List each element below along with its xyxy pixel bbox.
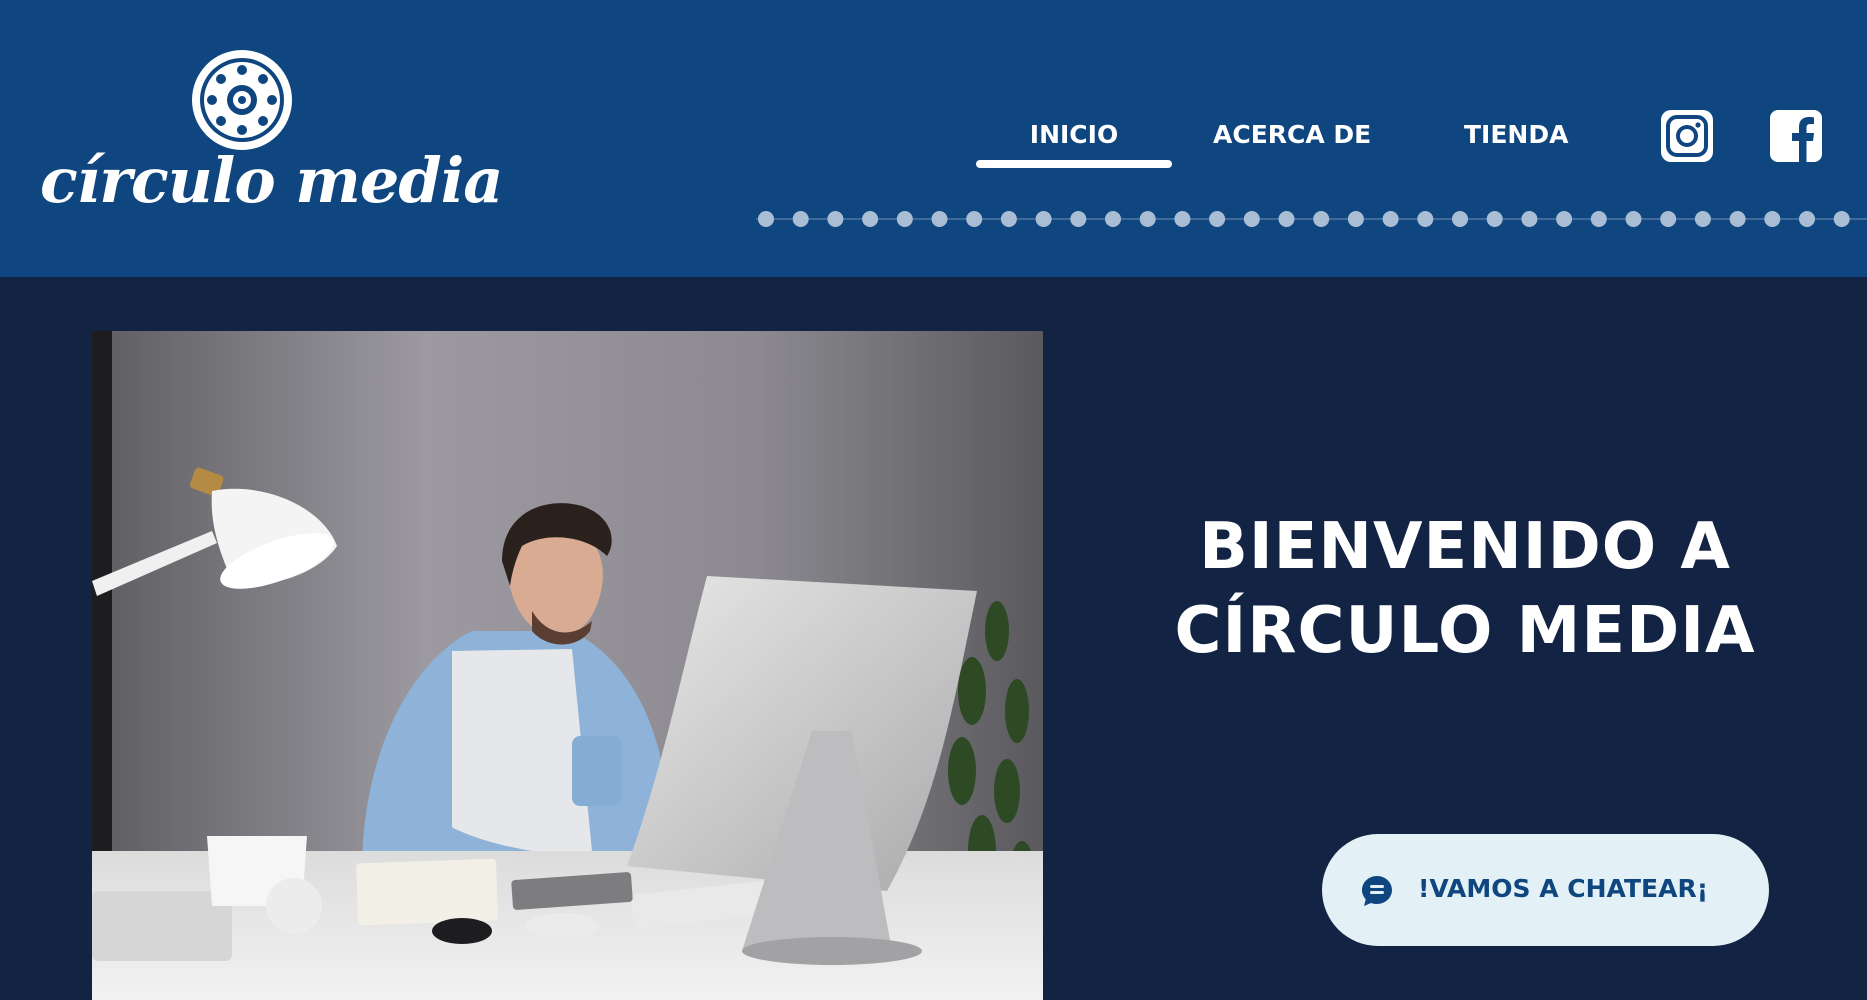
site-header: círculo media INICIO ACERCA DE TIENDA xyxy=(0,0,1867,277)
divider-dot xyxy=(1382,211,1399,227)
divider-dot xyxy=(1278,211,1295,227)
nav-tienda[interactable]: TIENDA xyxy=(1464,120,1568,149)
nav-active-indicator xyxy=(976,160,1172,168)
hero-title-line2: CÍRCULO MEDIA xyxy=(1174,594,1756,668)
divider-dot xyxy=(1347,211,1364,227)
divider-dot xyxy=(827,211,844,227)
divider-dot xyxy=(862,211,879,227)
brand-wordmark[interactable]: círculo media xyxy=(40,150,503,212)
divider-dot xyxy=(1521,211,1538,227)
divider-dot xyxy=(896,211,913,227)
chat-label: !VAMOS A CHATEAR¡ xyxy=(1418,874,1709,903)
divider-dot xyxy=(1694,211,1711,227)
divider-dot xyxy=(1764,211,1781,227)
divider-dot xyxy=(1660,211,1677,227)
divider-dot xyxy=(1313,211,1330,227)
divider-dot xyxy=(1625,211,1642,227)
hero-photo xyxy=(92,331,1043,1000)
divider-dot xyxy=(1833,211,1850,227)
facebook-icon[interactable] xyxy=(1768,108,1824,164)
dotted-divider xyxy=(756,211,1867,227)
divider-dot xyxy=(1590,211,1607,227)
divider-dot xyxy=(758,211,774,227)
divider-dot xyxy=(1417,211,1434,227)
hero-title-line1: BIENVENIDO A xyxy=(1199,510,1731,584)
instagram-icon[interactable] xyxy=(1659,108,1715,164)
divider-dot xyxy=(1556,211,1573,227)
nav-inicio[interactable]: INICIO xyxy=(976,120,1172,149)
divider-dot xyxy=(1139,211,1156,227)
divider-dot xyxy=(966,211,983,227)
nav-acerca-de[interactable]: ACERCA DE xyxy=(1213,120,1371,149)
divider-dot xyxy=(1452,211,1468,227)
divider-dot xyxy=(1000,211,1017,227)
chat-button[interactable]: !VAMOS A CHATEAR¡ xyxy=(1322,834,1769,946)
hero-title: BIENVENIDO A CÍRCULO MEDIA xyxy=(1110,505,1820,673)
divider-dot xyxy=(1070,211,1087,227)
divider-dot xyxy=(1799,211,1815,227)
divider-dot xyxy=(1209,211,1226,227)
divider-dot xyxy=(1174,211,1191,227)
divider-dot xyxy=(1486,211,1503,227)
mandala-logo-icon[interactable] xyxy=(190,48,294,152)
divider-dot xyxy=(1729,211,1746,227)
chat-bubble-icon xyxy=(1362,876,1392,906)
man-at-computer-image xyxy=(92,331,1043,1000)
divider-dot xyxy=(1243,211,1260,227)
divider-dot xyxy=(1035,211,1052,227)
divider-dot xyxy=(792,211,809,227)
divider-dot xyxy=(931,211,948,227)
divider-dot xyxy=(1105,211,1121,227)
